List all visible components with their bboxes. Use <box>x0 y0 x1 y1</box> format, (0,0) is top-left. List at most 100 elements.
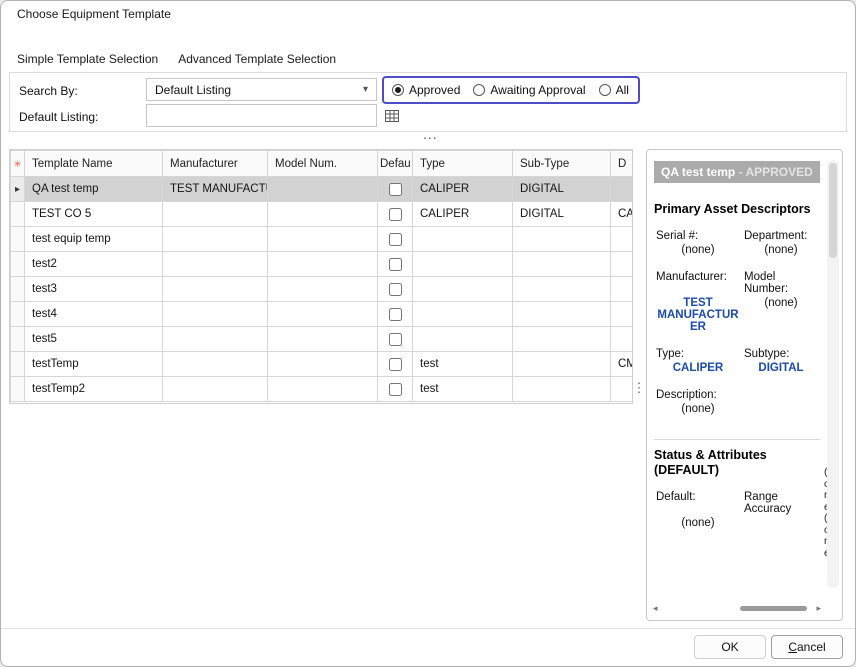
col-header-model-num[interactable]: Model Num. <box>268 151 378 177</box>
cell-manufacturer[interactable] <box>163 327 268 352</box>
default-value: (none) <box>654 516 742 543</box>
default-checkbox[interactable] <box>389 308 402 321</box>
col-header-d[interactable]: D <box>611 151 633 177</box>
default-listing-input[interactable] <box>146 104 377 127</box>
default-checkbox[interactable] <box>389 333 402 346</box>
cell-type[interactable] <box>413 327 513 352</box>
cell-type[interactable] <box>413 302 513 327</box>
cell-type[interactable] <box>413 252 513 277</box>
cell-d[interactable] <box>611 177 633 202</box>
cell-template-name[interactable]: test4 <box>25 302 163 327</box>
cell-manufacturer[interactable] <box>163 377 268 402</box>
cell-manufacturer[interactable] <box>163 202 268 227</box>
table-row[interactable]: test2 <box>11 252 633 277</box>
cell-d[interactable]: CM <box>611 352 633 377</box>
table-row[interactable]: test3 <box>11 277 633 302</box>
cell-model-num[interactable] <box>268 277 378 302</box>
cell-type[interactable]: CALIPER <box>413 177 513 202</box>
default-listing-label: Default Listing: <box>19 110 98 124</box>
default-checkbox[interactable] <box>389 258 402 271</box>
cell-model-num[interactable] <box>268 377 378 402</box>
cell-type[interactable]: test <box>413 377 513 402</box>
cell-manufacturer[interactable] <box>163 352 268 377</box>
radio-all[interactable]: All <box>599 83 629 97</box>
cell-d[interactable]: CA <box>611 202 633 227</box>
cell-d[interactable] <box>611 227 633 252</box>
table-row[interactable]: testTemp2 test <box>11 377 633 402</box>
cell-default <box>378 227 413 252</box>
table-row[interactable]: test5 <box>11 327 633 352</box>
cell-sub-type[interactable] <box>513 227 611 252</box>
default-checkbox[interactable] <box>389 358 402 371</box>
cell-sub-type[interactable] <box>513 327 611 352</box>
cell-manufacturer[interactable] <box>163 227 268 252</box>
panel-splitter-handle[interactable]: ... <box>423 126 438 142</box>
cell-template-name[interactable]: testTemp2 <box>25 377 163 402</box>
col-header-manufacturer[interactable]: Manufacturer <box>163 151 268 177</box>
col-header-sub-type[interactable]: Sub-Type <box>513 151 611 177</box>
cell-sub-type[interactable] <box>513 352 611 377</box>
cell-d[interactable] <box>611 252 633 277</box>
col-header-template-name[interactable]: Template Name <box>25 151 163 177</box>
cell-sub-type[interactable]: DIGITAL <box>513 177 611 202</box>
cell-template-name[interactable]: test3 <box>25 277 163 302</box>
grid-lookup-icon[interactable] <box>385 109 399 127</box>
col-header-type[interactable]: Type <box>413 151 513 177</box>
cell-sub-type[interactable] <box>513 252 611 277</box>
cell-type[interactable] <box>413 277 513 302</box>
cell-sub-type[interactable] <box>513 277 611 302</box>
cell-type[interactable]: test <box>413 352 513 377</box>
cell-template-name[interactable]: testTemp <box>25 352 163 377</box>
default-checkbox[interactable] <box>389 233 402 246</box>
scroll-right-icon[interactable]: ▸ <box>816 602 821 615</box>
default-checkbox[interactable] <box>389 183 402 196</box>
hscroll-track[interactable] <box>658 602 817 615</box>
grid-splitter-grip[interactable]: ⋮ <box>634 149 644 404</box>
default-checkbox[interactable] <box>389 208 402 221</box>
ok-button[interactable]: OK <box>694 635 766 659</box>
cell-manufacturer[interactable] <box>163 252 268 277</box>
cell-manufacturer[interactable] <box>163 277 268 302</box>
cell-model-num[interactable] <box>268 352 378 377</box>
cell-template-name[interactable]: QA test temp <box>25 177 163 202</box>
cell-model-num[interactable] <box>268 302 378 327</box>
hscroll-thumb[interactable] <box>740 606 807 611</box>
table-row[interactable]: test equip temp <box>11 227 633 252</box>
search-by-dropdown[interactable]: Default Listing ▾ <box>146 78 377 101</box>
details-horizontal-scrollbar[interactable]: ◂ ▸ <box>653 602 821 615</box>
cell-model-num[interactable] <box>268 202 378 227</box>
table-row[interactable]: testTemp test CM <box>11 352 633 377</box>
cell-model-num[interactable] <box>268 177 378 202</box>
cell-model-num[interactable] <box>268 327 378 352</box>
row-indicator <box>11 202 25 227</box>
cell-model-num[interactable] <box>268 252 378 277</box>
cell-type[interactable]: CALIPER <box>413 202 513 227</box>
table-row[interactable]: TEST CO 5 CALIPER DIGITAL CA <box>11 202 633 227</box>
cell-sub-type[interactable] <box>513 302 611 327</box>
cell-d[interactable] <box>611 327 633 352</box>
cell-template-name[interactable]: test5 <box>25 327 163 352</box>
cell-type[interactable] <box>413 227 513 252</box>
model-number-label: Model Number: <box>742 270 820 296</box>
col-header-default[interactable]: Defau <box>378 151 413 177</box>
table-row[interactable]: test4 <box>11 302 633 327</box>
cell-manufacturer[interactable]: TEST MANUFACTURER <box>163 177 268 202</box>
cell-template-name[interactable]: test equip temp <box>25 227 163 252</box>
radio-approved[interactable]: Approved <box>392 83 460 97</box>
cell-d[interactable] <box>611 277 633 302</box>
cell-d[interactable] <box>611 302 633 327</box>
cell-sub-type[interactable]: DIGITAL <box>513 202 611 227</box>
cell-template-name[interactable]: TEST CO 5 <box>25 202 163 227</box>
default-checkbox[interactable] <box>389 283 402 296</box>
cancel-button[interactable]: Cancel <box>771 635 843 659</box>
cell-manufacturer[interactable] <box>163 302 268 327</box>
cell-sub-type[interactable] <box>513 377 611 402</box>
radio-awaiting-approval[interactable]: Awaiting Approval <box>473 83 585 97</box>
default-checkbox[interactable] <box>389 383 402 396</box>
cell-model-num[interactable] <box>268 227 378 252</box>
cell-d[interactable] <box>611 377 633 402</box>
table-row[interactable]: ▸ QA test temp TEST MANUFACTURER CALIPER… <box>11 177 633 202</box>
details-vertical-scrollbar[interactable] <box>827 160 839 588</box>
cell-template-name[interactable]: test2 <box>25 252 163 277</box>
vscroll-thumb[interactable] <box>829 163 837 258</box>
